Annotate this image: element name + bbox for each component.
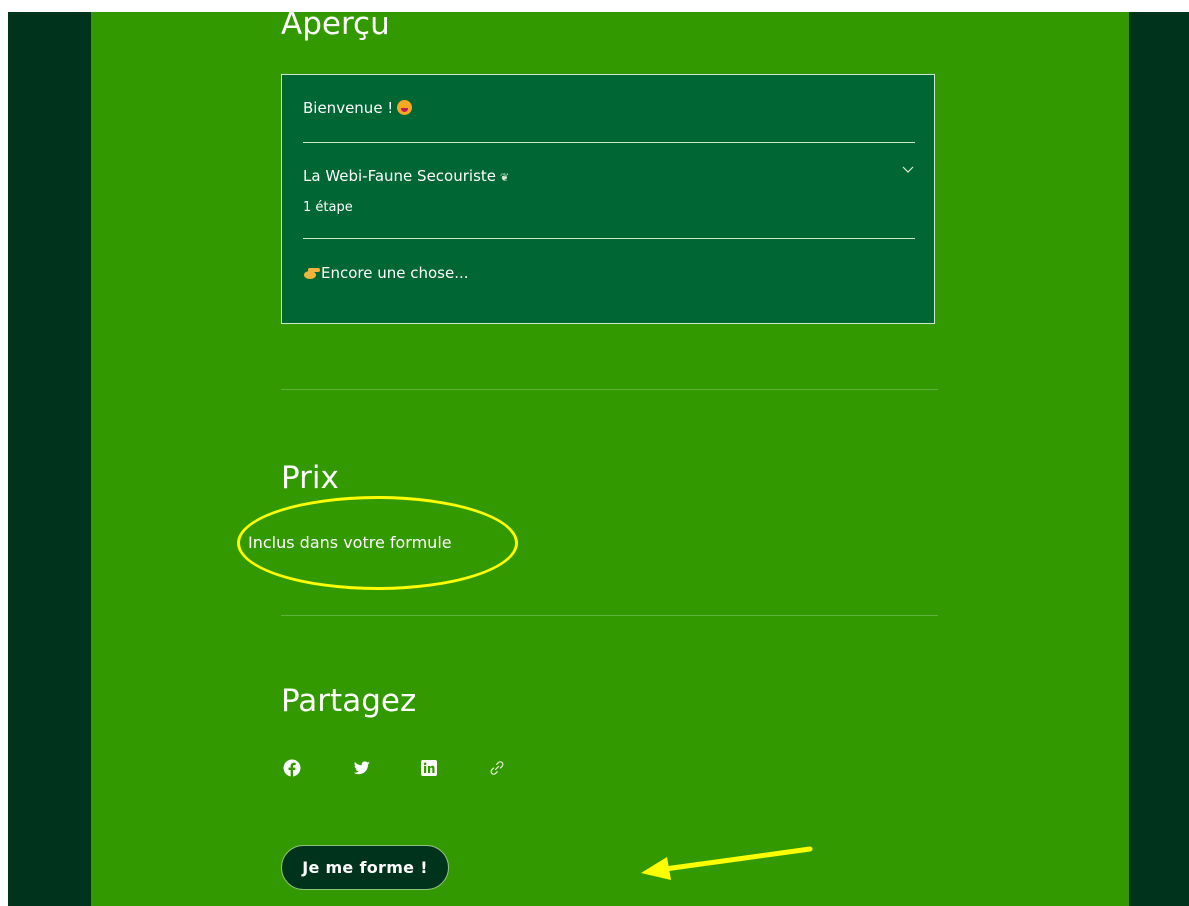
outline-item-more[interactable]: Encore une chose... — [303, 264, 469, 282]
price-heading: Prix — [281, 460, 339, 496]
price-text: Inclus dans votre formule — [248, 533, 452, 552]
outline-item-module[interactable]: La Webi-Faune Secouriste ❦ — [303, 167, 509, 185]
section-divider — [281, 389, 938, 390]
outline-separator — [303, 238, 915, 239]
outline-item-label: Encore une chose... — [321, 264, 469, 282]
bird-icon: ❦ — [500, 171, 510, 184]
linkedin-icon[interactable] — [418, 757, 440, 779]
chevron-down-icon[interactable] — [902, 166, 914, 174]
annotation-arrow-icon — [641, 846, 813, 880]
twitter-icon[interactable] — [351, 757, 373, 779]
facebook-icon[interactable] — [281, 757, 303, 779]
course-outline-card: Bienvenue ! La Webi-Faune Secouriste ❦ 1 … — [281, 74, 935, 324]
outline-item-steps: 1 étape — [303, 200, 353, 215]
outline-separator — [303, 142, 915, 143]
share-heading: Partagez — [281, 683, 417, 719]
enroll-button[interactable]: Je me forme ! — [281, 845, 449, 890]
pointing-hand-icon — [304, 268, 320, 279]
section-divider — [281, 615, 938, 616]
outline-item-label: Bienvenue ! — [303, 99, 394, 117]
main-content: Aperçu Bienvenue ! La Webi-Faune Secouri… — [91, 12, 1129, 906]
overview-heading: Aperçu — [281, 12, 390, 42]
grinning-face-icon — [397, 100, 413, 115]
outline-item-label: La Webi-Faune Secouriste — [303, 167, 496, 185]
outline-item-welcome[interactable]: Bienvenue ! — [303, 99, 413, 117]
link-icon[interactable] — [486, 757, 508, 779]
